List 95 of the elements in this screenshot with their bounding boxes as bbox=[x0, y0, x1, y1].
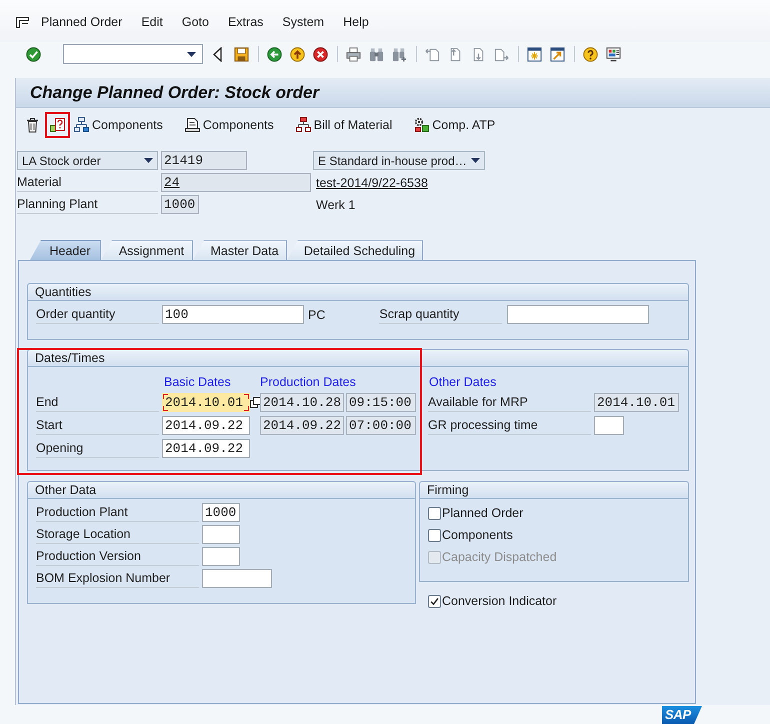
field-label: Scrap quantity bbox=[379, 305, 502, 324]
toolbar-button[interactable]: Bill of Material bbox=[292, 112, 396, 138]
field-label: GR processing time bbox=[428, 416, 591, 435]
checkbox-label: Planned Order bbox=[442, 506, 524, 520]
field-label: Order quantity bbox=[36, 305, 159, 324]
toolbar-button[interactable]: Components bbox=[180, 112, 278, 138]
date-field[interactable]: 2014.10.01 bbox=[594, 393, 679, 412]
toolbar-button[interactable] bbox=[45, 112, 70, 138]
back-icon[interactable] bbox=[267, 46, 282, 62]
caret-icon bbox=[144, 158, 153, 163]
time-field[interactable]: 07:00:00 bbox=[346, 416, 416, 435]
field-label: Storage Location bbox=[36, 525, 199, 544]
menu-icon[interactable] bbox=[16, 16, 29, 28]
material-field[interactable]: 24 bbox=[161, 173, 311, 192]
trash-icon bbox=[25, 117, 40, 133]
column-heading: Production Dates bbox=[260, 375, 356, 389]
previous-page-icon[interactable] bbox=[448, 46, 463, 62]
first-page-icon[interactable] bbox=[425, 46, 440, 62]
toolbar-button[interactable]: Components bbox=[70, 112, 167, 138]
tab[interactable]: Detailed Scheduling bbox=[287, 240, 423, 260]
binoculars-icon[interactable] bbox=[369, 46, 384, 62]
field-label: Material bbox=[17, 173, 158, 192]
date-field[interactable] bbox=[594, 416, 624, 435]
checkbox[interactable] bbox=[428, 506, 441, 520]
hierarchy-icon bbox=[296, 117, 311, 133]
plant-name: Werk 1 bbox=[316, 198, 356, 212]
tab[interactable]: Header bbox=[30, 240, 101, 260]
unit-label: PC bbox=[308, 308, 326, 322]
monitor-icon[interactable] bbox=[606, 46, 621, 62]
shortcut-icon[interactable] bbox=[550, 46, 565, 62]
field-label: End bbox=[36, 393, 159, 412]
check-icon[interactable] bbox=[26, 46, 41, 62]
input-field[interactable]: 1000 bbox=[202, 503, 240, 522]
material-description-link[interactable]: test-2014/9/22-6538 bbox=[316, 176, 428, 190]
last-page-icon[interactable] bbox=[494, 46, 509, 62]
checkbox-label: Components bbox=[442, 528, 513, 542]
caret-icon bbox=[471, 158, 480, 163]
command-field[interactable] bbox=[63, 44, 203, 64]
date-field[interactable]: 2014.09.22 bbox=[162, 416, 250, 435]
checkbox[interactable] bbox=[428, 594, 441, 608]
printer-icon[interactable] bbox=[346, 46, 361, 62]
tab[interactable]: Assignment bbox=[101, 240, 193, 260]
field-label: Production Plant bbox=[36, 503, 199, 522]
time-field[interactable]: 09:15:00 bbox=[346, 393, 416, 412]
menu-item[interactable]: Goto bbox=[182, 15, 209, 29]
menu-item[interactable]: Edit bbox=[141, 15, 163, 29]
field-label: BOM Explosion Number bbox=[36, 569, 199, 588]
group-title: Dates/Times bbox=[28, 350, 688, 367]
menu-item[interactable]: Planned Order bbox=[41, 15, 122, 29]
checkbox[interactable] bbox=[428, 528, 441, 542]
checkbox-label: Conversion Indicator bbox=[442, 594, 557, 608]
column-heading: Basic Dates bbox=[163, 375, 231, 389]
toolbar-button[interactable]: Comp. ATP bbox=[410, 112, 500, 138]
save-icon[interactable] bbox=[234, 46, 249, 62]
checkbox-label: Capacity Dispatched bbox=[442, 550, 557, 564]
scrap-quantity-field[interactable] bbox=[507, 305, 650, 324]
procurement-dropdown[interactable]: E Standard in-house prod… bbox=[313, 151, 485, 170]
order-type-dropdown[interactable]: LA Stock order bbox=[17, 151, 158, 170]
input-field[interactable] bbox=[202, 525, 240, 544]
input-field[interactable] bbox=[202, 569, 272, 588]
next-page-icon[interactable] bbox=[471, 46, 486, 62]
tab[interactable]: Master Data bbox=[193, 240, 287, 260]
triangle-left-icon[interactable] bbox=[213, 46, 222, 62]
cancel-icon[interactable] bbox=[313, 46, 328, 62]
help-icon[interactable] bbox=[583, 46, 598, 62]
menu-item[interactable]: Extras bbox=[228, 15, 264, 29]
group-title: Other Data bbox=[28, 482, 415, 499]
document-icon bbox=[184, 117, 200, 133]
field-label: Production Version bbox=[36, 547, 199, 566]
date-field[interactable]: 2014.10.01 bbox=[162, 393, 250, 412]
new-window-icon[interactable] bbox=[527, 46, 542, 62]
input-field[interactable] bbox=[202, 547, 240, 566]
order-number-field[interactable]: 21419 bbox=[161, 151, 247, 170]
binoculars-plus-icon[interactable] bbox=[392, 46, 407, 62]
column-heading: Other Dates bbox=[428, 375, 496, 389]
menu-item[interactable]: System bbox=[282, 15, 324, 29]
document-question-icon bbox=[50, 117, 65, 133]
quantity-field[interactable]: 100 bbox=[162, 305, 304, 324]
gear-icon bbox=[414, 117, 430, 133]
screen-title: Change Planned Order: Stock order bbox=[30, 82, 320, 102]
group-title: Quantities bbox=[28, 284, 688, 301]
hierarchy-icon bbox=[74, 117, 89, 133]
date-field[interactable]: 2014.09.22 bbox=[162, 439, 250, 458]
plant-field[interactable]: 1000 bbox=[161, 195, 199, 214]
menu-item[interactable]: Help bbox=[343, 15, 369, 29]
logo: SAP bbox=[662, 706, 702, 724]
field-label: Planning Plant bbox=[17, 195, 158, 214]
field-label: Start bbox=[36, 416, 159, 435]
field-label: Opening bbox=[36, 439, 159, 458]
field-label: Available for MRP bbox=[428, 393, 591, 412]
caret-icon bbox=[187, 52, 196, 56]
date-field[interactable]: 2014.09.22 bbox=[260, 416, 344, 435]
date-field[interactable]: 2014.10.28 bbox=[260, 393, 344, 412]
checkmark-icon bbox=[430, 596, 439, 606]
group-title: Firming bbox=[420, 482, 688, 499]
